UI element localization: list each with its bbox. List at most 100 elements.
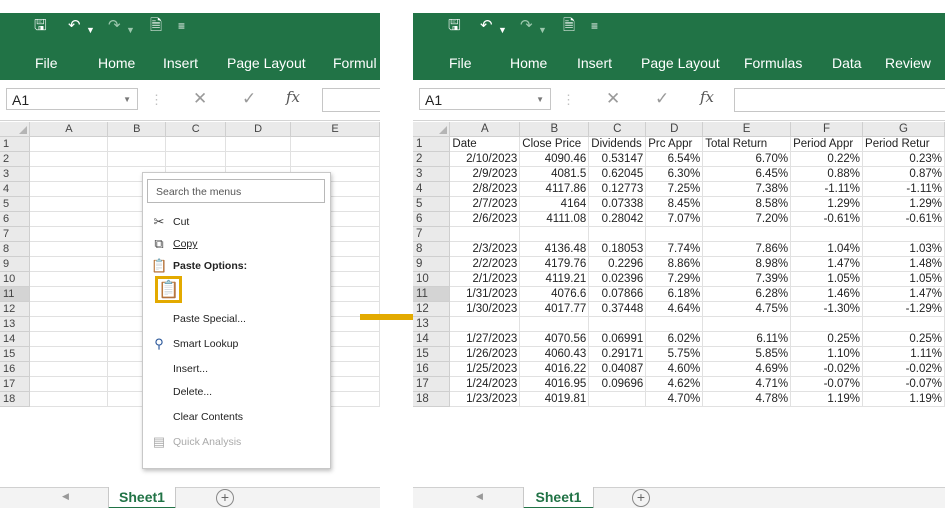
- column-header[interactable]: B: [107, 122, 167, 137]
- enter-icon[interactable]: ✓: [655, 89, 669, 109]
- cell[interactable]: 6.70%: [702, 151, 792, 167]
- menu-item-smart-lookup[interactable]: ⚲ Smart Lookup: [143, 333, 330, 355]
- cell[interactable]: 4016.22: [519, 361, 590, 377]
- select-all-corner[interactable]: [0, 122, 31, 137]
- cancel-icon[interactable]: ✕: [193, 89, 207, 109]
- cell[interactable]: 2/6/2023: [449, 211, 521, 227]
- cell[interactable]: [29, 331, 109, 347]
- cell[interactable]: Period Appr: [790, 136, 864, 152]
- cell[interactable]: 7.29%: [645, 271, 704, 287]
- cell[interactable]: [588, 316, 647, 332]
- cell[interactable]: 2/9/2023: [449, 166, 521, 182]
- row-header[interactable]: 16: [0, 361, 31, 377]
- row-header[interactable]: 6: [0, 211, 31, 227]
- cell[interactable]: Date: [449, 136, 521, 152]
- cell[interactable]: [702, 226, 792, 242]
- cell[interactable]: 4117.86: [519, 181, 590, 197]
- cell[interactable]: [29, 286, 109, 302]
- cell[interactable]: 7.39%: [702, 271, 792, 287]
- cell[interactable]: [225, 151, 292, 167]
- cell[interactable]: 4090.46: [519, 151, 590, 167]
- cell[interactable]: 6.18%: [645, 286, 704, 302]
- cell[interactable]: 1.05%: [790, 271, 864, 287]
- menu-item-delete[interactable]: Delete...: [143, 381, 330, 403]
- cell[interactable]: 7.74%: [645, 241, 704, 257]
- cell[interactable]: 0.02396: [588, 271, 647, 287]
- menu-item-paste-special[interactable]: Paste Special...: [143, 308, 330, 330]
- menu-item-clear-contents[interactable]: Clear Contents: [143, 406, 330, 428]
- cell[interactable]: [225, 136, 292, 152]
- cell[interactable]: 0.07338: [588, 196, 647, 212]
- scroll-left-icon[interactable]: ◀: [476, 491, 483, 502]
- cell[interactable]: 4016.95: [519, 376, 590, 392]
- cell[interactable]: [29, 166, 109, 182]
- row-header[interactable]: 9: [0, 256, 31, 272]
- row-header[interactable]: 3: [0, 166, 31, 182]
- cell[interactable]: [790, 316, 864, 332]
- row-header[interactable]: 4: [0, 181, 31, 197]
- row-header[interactable]: 7: [413, 226, 451, 242]
- insert-function-icon[interactable]: fx: [700, 88, 714, 106]
- cell[interactable]: [29, 226, 109, 242]
- row-header[interactable]: 8: [0, 241, 31, 257]
- search-menus-input[interactable]: Search the menus: [147, 179, 325, 203]
- cell[interactable]: 1/24/2023: [449, 376, 521, 392]
- insert-function-icon[interactable]: fx: [286, 88, 300, 106]
- row-header[interactable]: 1: [413, 136, 451, 152]
- cell[interactable]: 0.18053: [588, 241, 647, 257]
- cell[interactable]: [449, 226, 521, 242]
- cell[interactable]: [165, 151, 227, 167]
- column-header[interactable]: C: [588, 122, 647, 137]
- row-header[interactable]: 14: [0, 331, 31, 347]
- cell[interactable]: 6.02%: [645, 331, 704, 347]
- cell[interactable]: 1.47%: [790, 256, 864, 272]
- tab-file[interactable]: File: [35, 53, 58, 73]
- cell[interactable]: [107, 136, 167, 152]
- save-icon[interactable]: 🖫: [34, 17, 47, 35]
- cell[interactable]: [29, 136, 109, 152]
- cell[interactable]: 1.47%: [862, 286, 945, 302]
- cell[interactable]: Prc Appr: [645, 136, 704, 152]
- formula-input[interactable]: [322, 88, 380, 112]
- row-header[interactable]: 6: [413, 211, 451, 227]
- tab-insert[interactable]: Insert: [163, 53, 198, 73]
- cell[interactable]: 0.53147: [588, 151, 647, 167]
- cell[interactable]: -0.07%: [790, 376, 864, 392]
- cell[interactable]: 0.2296: [588, 256, 647, 272]
- row-header[interactable]: 10: [0, 271, 31, 287]
- column-header[interactable]: G: [862, 122, 945, 137]
- tab-formulas[interactable]: Formulas: [744, 53, 802, 73]
- cell[interactable]: 8.86%: [645, 256, 704, 272]
- column-header[interactable]: E: [290, 122, 380, 137]
- cell[interactable]: 6.54%: [645, 151, 704, 167]
- column-header[interactable]: F: [790, 122, 864, 137]
- menu-item-cut[interactable]: ✂ Cut: [143, 211, 330, 233]
- cancel-icon[interactable]: ✕: [606, 89, 620, 109]
- cell[interactable]: -0.61%: [790, 211, 864, 227]
- cell[interactable]: 4.71%: [702, 376, 792, 392]
- tab-formulas[interactable]: Formul: [333, 53, 377, 73]
- cell[interactable]: 1/30/2023: [449, 301, 521, 317]
- enter-icon[interactable]: ✓: [242, 89, 256, 109]
- select-all-corner[interactable]: [413, 122, 451, 137]
- tab-page-layout[interactable]: Page Layout: [641, 53, 720, 73]
- cell[interactable]: 7.20%: [702, 211, 792, 227]
- cell[interactable]: 6.30%: [645, 166, 704, 182]
- cell[interactable]: 1/26/2023: [449, 346, 521, 362]
- row-header[interactable]: 14: [413, 331, 451, 347]
- cell[interactable]: -0.02%: [790, 361, 864, 377]
- menu-item-insert[interactable]: Insert...: [143, 358, 330, 380]
- paste-button[interactable]: 📋: [155, 276, 182, 303]
- cell[interactable]: 2/8/2023: [449, 181, 521, 197]
- row-header[interactable]: 15: [413, 346, 451, 362]
- cell[interactable]: 8.58%: [702, 196, 792, 212]
- cell[interactable]: 0.25%: [862, 331, 945, 347]
- sheet-tab[interactable]: Sheet1: [523, 487, 594, 508]
- row-header[interactable]: 17: [0, 376, 31, 392]
- cell[interactable]: 1/27/2023: [449, 331, 521, 347]
- cell[interactable]: 4.69%: [702, 361, 792, 377]
- cell[interactable]: -0.02%: [862, 361, 945, 377]
- cell[interactable]: 4111.08: [519, 211, 590, 227]
- chevron-down-icon[interactable]: ▼: [536, 89, 544, 111]
- cell[interactable]: 2/1/2023: [449, 271, 521, 287]
